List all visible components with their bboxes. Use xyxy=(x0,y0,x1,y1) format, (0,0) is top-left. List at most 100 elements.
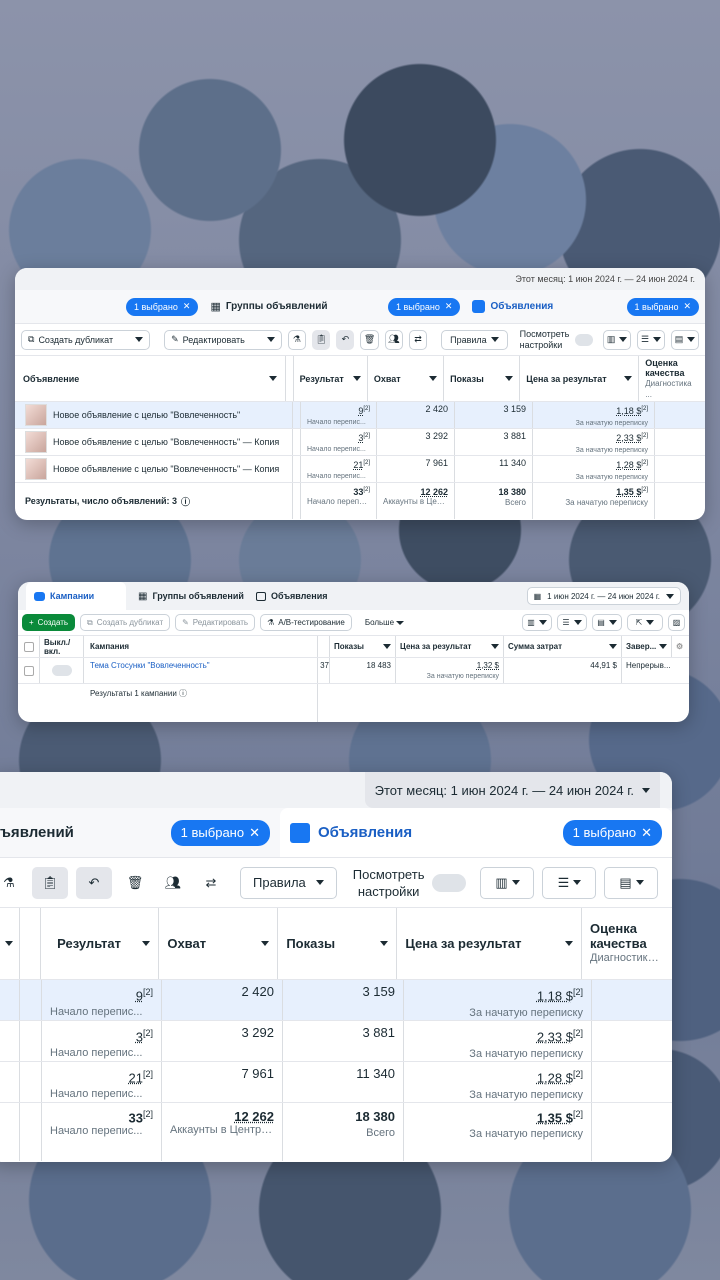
tab-ads[interactable]: Объявления xyxy=(256,591,328,601)
clipboard-button[interactable]: 📋︎ xyxy=(32,866,68,899)
selected-badge-ads[interactable]: 1 выбрано ✕ xyxy=(626,297,699,316)
tab-campaigns[interactable]: Кампании xyxy=(26,582,126,610)
total-row: 33[2] Начало перепис... 12 262 Аккаунты … xyxy=(0,1103,672,1161)
tab-ad-groups[interactable]: ▦ Группы объявлений xyxy=(138,591,248,602)
column-header-cost[interactable]: Цена за результат xyxy=(520,356,640,401)
undo-button[interactable]: ↶ xyxy=(336,329,355,350)
export-button[interactable]: ⇱ xyxy=(627,614,663,631)
reach-value: 2 420 xyxy=(241,984,274,999)
column-header-impressions[interactable]: Показы xyxy=(444,356,521,401)
select-all-checkbox[interactable] xyxy=(23,641,34,652)
delete-button[interactable]: 🗑︎ xyxy=(360,329,379,350)
impressions-value: 3 881 xyxy=(362,1025,395,1040)
selected-count: 1 выбрано xyxy=(134,301,178,312)
close-icon[interactable]: ✕ xyxy=(183,301,191,312)
table-row[interactable]: 3[2] Начало перепис... 3 292 3 881 2,33 $[2]… xyxy=(0,1021,672,1062)
total-result-sub: Начало перепис... xyxy=(50,1125,143,1138)
date-range[interactable]: Этот месяц: 1 июн 2024 г. — 24 июн 2024 … xyxy=(515,274,695,284)
cost-sup: [2] xyxy=(572,1028,583,1038)
rules-button[interactable]: Правила xyxy=(441,329,508,350)
ad-name[interactable]: Новое объявление с целью "Вовлеченность"… xyxy=(53,464,279,474)
ab-test-button[interactable]: ⚗ xyxy=(287,329,307,350)
ad-name[interactable]: Новое объявление с целью "Вовлеченность"… xyxy=(53,437,279,447)
selected-badge-groups[interactable]: 1 выбрано ✕ xyxy=(170,819,270,846)
sort-icon[interactable] xyxy=(4,941,13,946)
date-range-picker[interactable]: ▦ 1 июн 2024 г. — 24 июн 2024 г. xyxy=(526,587,681,605)
column-header-impressions[interactable]: Показы xyxy=(278,908,398,979)
table-row[interactable]: 21[2] Начало перепис... 7 961 11 340 1,28 $[… xyxy=(0,1062,672,1103)
column-header-end[interactable]: Завер... xyxy=(622,636,672,657)
undo-button[interactable]: ↶ xyxy=(76,866,112,899)
column-header-quality[interactable]: Оценка качества Диагностика ... xyxy=(639,358,705,400)
close-icon[interactable]: ✕ xyxy=(683,301,691,312)
rules-button[interactable]: Правила xyxy=(240,866,337,899)
audience-button[interactable]: 👥︎ xyxy=(158,866,188,899)
clipboard-button[interactable]: 📋︎ xyxy=(312,329,331,350)
table-row[interactable]: Новое объявление с целью "Вовлеченность"… xyxy=(15,402,705,429)
column-header-reach[interactable]: Охват xyxy=(368,356,445,401)
duplicate-button[interactable]: ⧉ Создать дубликат xyxy=(80,614,171,631)
campaign-toggle[interactable] xyxy=(51,665,72,676)
chevron-down-icon[interactable] xyxy=(266,337,275,342)
columns-button[interactable]: ▥ xyxy=(522,614,552,631)
table-row[interactable]: Новое объявление с целью "Вовлеченность"… xyxy=(15,429,705,456)
close-icon[interactable]: ✕ xyxy=(641,825,652,841)
delete-button[interactable]: 🗑︎ xyxy=(120,866,150,899)
preview-button[interactable]: ⇄ xyxy=(196,866,226,899)
columns-button[interactable]: ▥ xyxy=(603,329,632,350)
campaign-name-link[interactable]: Тема Стосунки "Вовлеченность" xyxy=(90,661,210,670)
info-icon[interactable]: ⓘ xyxy=(181,495,190,508)
reports-button[interactable]: ▤ xyxy=(671,329,699,350)
close-icon[interactable]: ✕ xyxy=(445,301,453,312)
column-header-cost[interactable]: Цена за результат xyxy=(396,636,504,657)
column-header-result[interactable]: Результат xyxy=(41,908,160,979)
breakdown-button[interactable]: ☰ xyxy=(557,614,587,631)
breakdown-button[interactable]: ☰ xyxy=(637,329,666,350)
ab-test-button[interactable]: ⚗ A/B-тестирование xyxy=(260,614,352,631)
settings-icon[interactable]: ⚙ xyxy=(676,642,683,651)
view-settings-toggle[interactable] xyxy=(432,873,467,892)
selected-badge-groups[interactable]: 1 выбрано ✕ xyxy=(388,297,461,316)
column-header-onoff[interactable]: Выкл./ вкл. xyxy=(40,636,84,657)
ad-name[interactable]: Новое объявление с целью "Вовлеченность" xyxy=(53,410,240,420)
sort-icon[interactable] xyxy=(268,376,277,381)
more-button[interactable]: Больше xyxy=(365,618,405,627)
chevron-down-icon[interactable] xyxy=(135,337,144,342)
edit-button[interactable]: ✎ Редактировать xyxy=(164,329,282,350)
columns-button[interactable]: ▥ xyxy=(480,866,535,899)
close-icon[interactable]: ✕ xyxy=(249,825,260,841)
tab-ad-groups[interactable]: ▦ Группы объявлений 1 выбрано ✕ xyxy=(210,297,461,316)
tab-ads[interactable]: Объявления 1 выбрано ✕ xyxy=(280,808,672,857)
info-icon[interactable]: ⓘ xyxy=(179,689,187,698)
table-row[interactable]: Новое объявление с целью "Вовлеченность"… xyxy=(15,456,705,483)
reports-button[interactable]: ▤ xyxy=(604,866,659,899)
column-header-campaign[interactable]: Кампания xyxy=(84,636,318,657)
reach-value: 3 292 xyxy=(241,1025,274,1040)
column-header-impressions[interactable]: Показы xyxy=(330,636,396,657)
ab-test-button[interactable]: ⚗ xyxy=(0,866,24,899)
chart-button[interactable]: ▨ xyxy=(668,614,685,631)
selected-badge-ads[interactable]: 1 выбрано ✕ xyxy=(562,819,662,846)
tab-ads[interactable]: Объявления 1 выбрано ✕ xyxy=(472,297,699,316)
duplicate-button[interactable]: ⧉ Создать дубликат xyxy=(21,329,151,350)
view-settings-toggle[interactable] xyxy=(575,333,594,346)
tab-ad-groups[interactable]: ъявлений 1 выбрано ✕ xyxy=(0,819,280,846)
column-header-quality[interactable]: Оценка качества Диагностика ... xyxy=(582,921,672,966)
column-header-ad[interactable]: Объявление xyxy=(15,356,286,401)
edit-button[interactable]: ✎ Редактировать xyxy=(175,614,256,631)
breakdown-button[interactable]: ☰ xyxy=(542,866,597,899)
table-row[interactable]: 9[2] Начало перепис... 2 420 3 159 1,18 $[2]… xyxy=(0,980,672,1021)
reports-button[interactable]: ▤ xyxy=(592,614,622,631)
column-header-spend[interactable]: Сумма затрат xyxy=(504,636,622,657)
create-button[interactable]: + Создать xyxy=(22,614,76,631)
column-header-result[interactable]: Результат xyxy=(294,356,368,401)
audience-button[interactable]: 👥︎ xyxy=(384,329,403,350)
column-header-reach[interactable]: Охват xyxy=(159,908,279,979)
column-header-cost[interactable]: Цена за результат xyxy=(397,908,583,979)
table-row[interactable]: Тема Стосунки "Вовлеченность" 37 18 483 … xyxy=(18,658,689,684)
preview-button[interactable]: ⇄ xyxy=(408,329,428,350)
date-range-picker[interactable]: Этот месяц: 1 июн 2024 г. — 24 июн 2024 … xyxy=(364,772,660,808)
selected-badge-campaigns[interactable]: 1 выбрано ✕ xyxy=(126,297,199,316)
row-checkbox[interactable] xyxy=(23,665,34,676)
people-icon: 👥︎ xyxy=(388,334,400,344)
